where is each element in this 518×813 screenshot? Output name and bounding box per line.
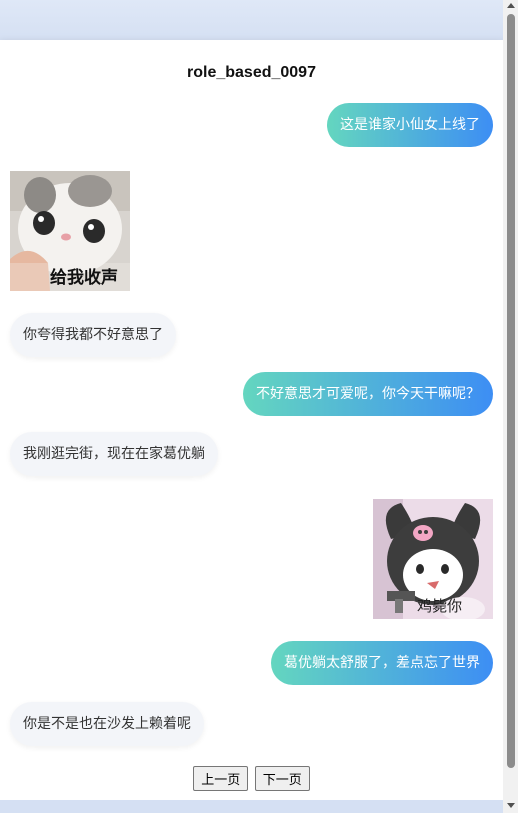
cat-sticker-caption: 给我收声 [50, 268, 118, 288]
message-bubble-right: 葛优躺太舒服了，差点忘了世界 [271, 641, 493, 685]
pagination: 上一页 下一页 [0, 766, 503, 791]
message-bubble-right: 这是谁家小仙女上线了 [327, 103, 493, 147]
scroll-down-icon[interactable] [507, 803, 515, 808]
next-page-button[interactable]: 下一页 [254, 766, 310, 791]
vertical-scrollbar[interactable] [503, 0, 518, 813]
kuromi-sticker-caption: 鸡毙你 [417, 597, 463, 615]
chat-panel: role_based_0097 这是谁家小仙女上线了 给我收声 你夸得我都不好意… [0, 40, 503, 800]
kuromi-sticker: 鸡毙你 [373, 499, 493, 619]
message-bubble-left: 我刚逛完街，现在在家葛优躺 [10, 432, 218, 476]
message-bubble-left: 你是不是也在沙发上赖着呢 [10, 702, 204, 746]
chat-title: role_based_0097 [187, 64, 316, 81]
footer-band [0, 800, 503, 813]
header-band [0, 0, 503, 40]
prev-page-button[interactable]: 上一页 [193, 766, 249, 791]
cat-sticker: 给我收声 [10, 171, 130, 291]
scroll-up-icon[interactable] [507, 3, 515, 8]
message-bubble-right: 不好意思才可爱呢，你今天干嘛呢？ [243, 372, 493, 416]
scrollbar-thumb[interactable] [507, 14, 515, 768]
message-bubble-left: 你夸得我都不好意思了 [10, 313, 176, 357]
